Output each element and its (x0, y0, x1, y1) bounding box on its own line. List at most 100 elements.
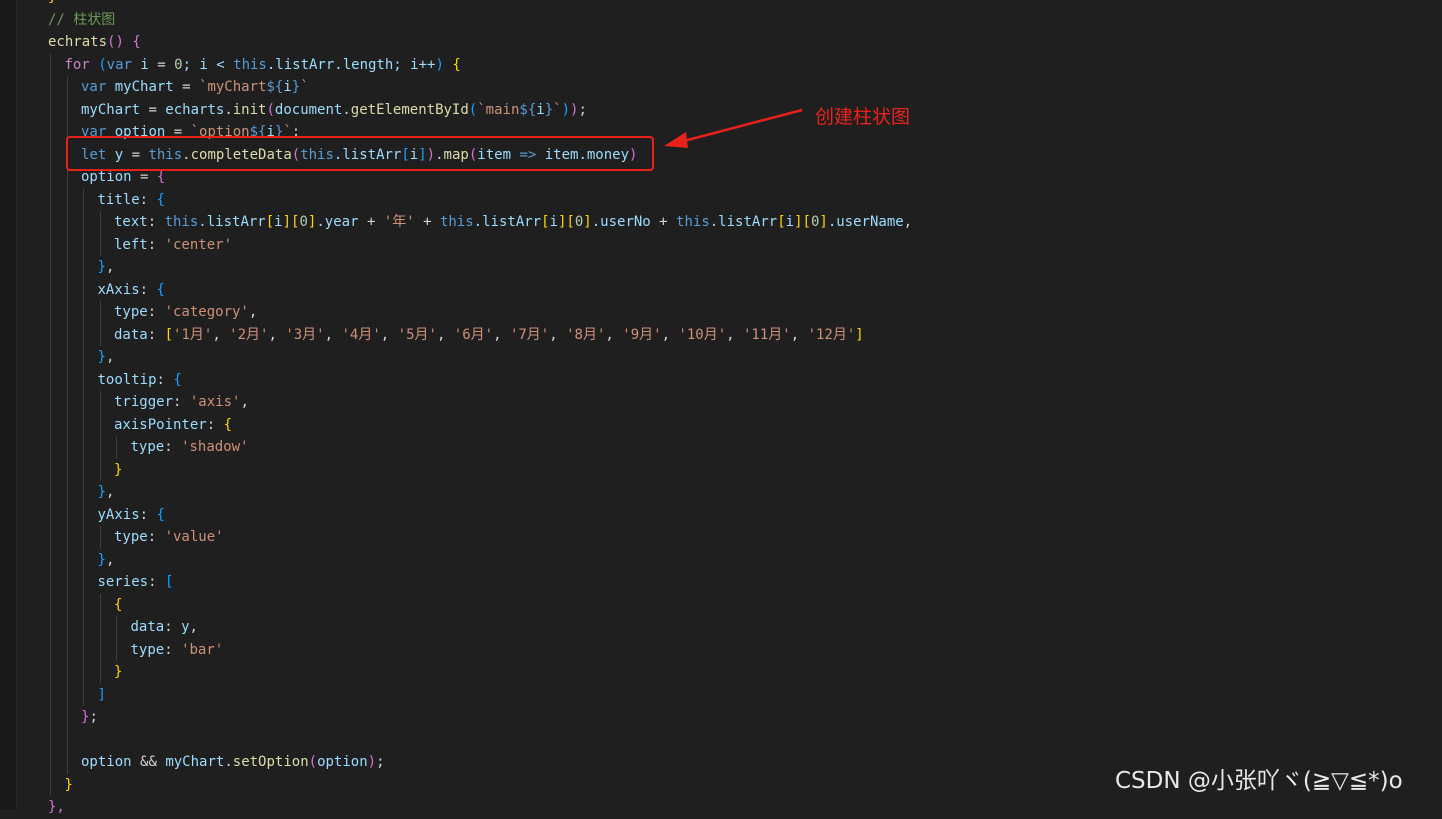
code-token: for (64, 56, 90, 73)
code-line (0, 728, 1442, 751)
code-line: data: y, (0, 616, 1442, 639)
indent-guide (50, 638, 51, 661)
code-token: [ (164, 574, 174, 590)
code-content: myChart = echarts.init(document.getEleme… (81, 99, 587, 122)
code-token: data (114, 326, 148, 343)
code-content: axisPointer: { (114, 414, 232, 437)
code-line: title: { (0, 188, 1442, 211)
code-token: ( (468, 101, 478, 118)
code-token: ` (553, 101, 562, 118)
code-token: : (147, 304, 165, 320)
indent-guide (50, 98, 51, 121)
indent-guide (66, 188, 68, 211)
code-content: { (114, 594, 122, 617)
code-line: } (0, 0, 1442, 9)
code-token: + (659, 214, 677, 230)
indent-guide (99, 661, 101, 684)
indent-guide (83, 413, 84, 436)
indent-guide (66, 548, 68, 571)
code-line: { (0, 593, 1442, 617)
indent-guide (50, 53, 51, 76)
indent-guide (83, 233, 84, 256)
code-token: .listArr.length; i++ (266, 56, 436, 73)
indent-guide (66, 368, 68, 391)
code-line: type: 'value' (0, 526, 1442, 549)
code-token: = (157, 56, 175, 73)
annotation-label: 创建柱状图 (815, 106, 911, 128)
code-content: tooltip: { (98, 369, 182, 392)
code-token: i (536, 101, 545, 118)
code-token: = (148, 101, 166, 118)
code-token: } (97, 484, 106, 500)
indent-guide (99, 436, 101, 459)
indent-guide (50, 121, 51, 144)
indent-guide (50, 233, 51, 256)
code-token: , (324, 326, 342, 343)
indent-guide (50, 548, 51, 571)
indent-guide (50, 436, 51, 459)
code-token: left (114, 236, 148, 253)
code-token: ` (300, 79, 309, 95)
indent-guide (83, 323, 84, 346)
code-line: } (0, 661, 1442, 684)
code-token: .listArr (198, 214, 266, 230)
indent-guide (50, 661, 51, 684)
code-token: init (232, 101, 267, 118)
code-token: myChart (165, 754, 225, 770)
indent-guide (99, 233, 101, 256)
code-token: : (156, 371, 174, 388)
indent-guide (66, 391, 68, 414)
code-content: }, (98, 481, 115, 504)
code-token: '4月' (341, 326, 381, 343)
indent-guide (83, 458, 84, 481)
code-token: , (790, 326, 808, 343)
indent-guide (66, 616, 68, 639)
code-token: 'value' (164, 529, 224, 545)
code-token: : (206, 416, 224, 433)
indent-guide (50, 706, 51, 729)
code-token: { (156, 191, 165, 208)
code-line: }, (0, 346, 1442, 369)
code-token: i (549, 214, 558, 230)
code-token: '5月' (397, 326, 437, 343)
code-token: 0 (299, 214, 308, 230)
code-content: } (114, 459, 122, 482)
code-token: ; (89, 709, 98, 725)
code-token: '12月' (807, 326, 856, 343)
code-line: trigger: 'axis', (0, 391, 1442, 414)
code-line: yAxis: { (0, 503, 1442, 526)
code-token: } (544, 101, 554, 118)
indent-guide (83, 616, 84, 639)
indent-guide (83, 188, 84, 211)
code-content: type: 'category', (114, 301, 257, 324)
code-token: text (114, 214, 148, 230)
indent-guide (83, 256, 84, 279)
code-token: . (224, 754, 233, 770)
code-token: } (97, 349, 106, 365)
code-token: [ (541, 214, 550, 230)
code-token: '3月' (285, 326, 325, 343)
code-token: ] (583, 214, 592, 230)
code-content: trigger: 'axis', (114, 391, 249, 414)
code-token: , (105, 349, 115, 365)
code-token: '9月' (622, 326, 662, 343)
indent-guide (50, 346, 51, 369)
code-content: series: [ (98, 571, 174, 594)
code-content: data: y, (131, 616, 198, 639)
code-token: var (81, 79, 107, 95)
code-token: yAxis (97, 506, 140, 523)
indent-guide (66, 571, 68, 594)
code-token: = (140, 169, 157, 185)
indent-guide (99, 616, 101, 639)
code-content: echrats() { (48, 31, 141, 54)
code-token: : (164, 439, 182, 455)
code-line: xAxis: { (0, 278, 1442, 301)
code-line: // 柱状图 (0, 9, 1442, 32)
code-token: ] (794, 214, 803, 230)
indent-guide (99, 211, 101, 234)
indent-guide (99, 526, 101, 549)
code-token: i (131, 56, 158, 73)
code-token: y (181, 619, 190, 635)
code-token: this (233, 56, 267, 73)
